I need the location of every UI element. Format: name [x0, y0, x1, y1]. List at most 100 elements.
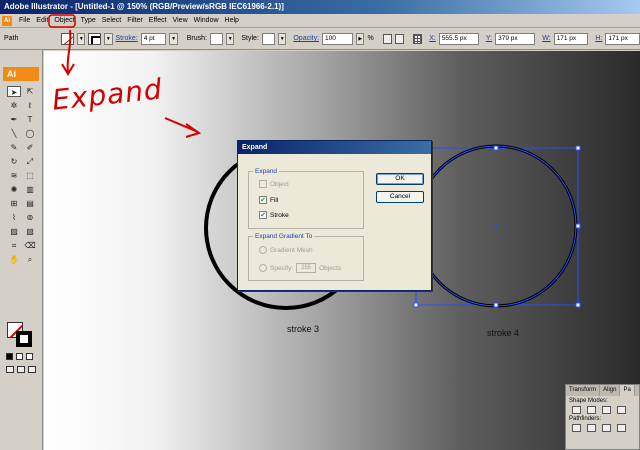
eyedropper-tool-icon[interactable]: ⌇: [7, 212, 21, 223]
screen-mode-full-button[interactable]: [28, 366, 36, 373]
rotate-tool-icon[interactable]: ↻: [7, 156, 21, 167]
tab-align[interactable]: Align: [600, 385, 621, 396]
control-bar: Path ▼ ▼ Stroke: 4 pt ▼ Brush: ▼ Style: …: [0, 28, 640, 50]
gradient-tool-icon[interactable]: ▤: [23, 198, 37, 209]
gradient-mesh-radio[interactable]: [259, 246, 267, 254]
object-checkbox[interactable]: [259, 180, 267, 188]
opacity-field[interactable]: 100: [322, 32, 354, 45]
slice-tool-icon[interactable]: ⌗: [7, 240, 21, 251]
h-field[interactable]: 171 px: [605, 32, 640, 45]
handle-bottom-right[interactable]: [575, 302, 581, 308]
app-icon[interactable]: Ai: [2, 15, 12, 26]
w-field[interactable]: 171 px: [553, 32, 589, 45]
exclude-shape-icon[interactable]: [617, 406, 626, 414]
x-field[interactable]: 555.5 px: [438, 32, 479, 45]
handle-top-right[interactable]: [575, 145, 581, 151]
menu-effect[interactable]: Effect: [146, 15, 170, 27]
menu-type[interactable]: Type: [78, 15, 99, 27]
stroke-swatch[interactable]: [16, 331, 32, 347]
lasso-tool-icon[interactable]: ℓ: [23, 100, 37, 111]
trim-icon[interactable]: [587, 424, 596, 432]
fill-color-swatch[interactable]: [61, 32, 75, 45]
warp-tool-icon[interactable]: ≋: [7, 170, 21, 181]
pencil-tool-icon[interactable]: ✐: [23, 142, 37, 153]
handle-bottom-center[interactable]: [493, 302, 499, 308]
fill-checkbox[interactable]: ✔: [259, 196, 267, 204]
brush-dropdown[interactable]: ▼: [226, 32, 235, 45]
center-point: [494, 224, 498, 228]
selection-tool-icon[interactable]: ➤: [7, 86, 21, 97]
scale-tool-icon[interactable]: ⤢: [23, 156, 37, 167]
type-tool-icon[interactable]: T: [23, 114, 37, 125]
intersect-shape-icon[interactable]: [602, 406, 611, 414]
column-graph-tool-icon[interactable]: ▥: [23, 184, 37, 195]
add-shape-icon[interactable]: [572, 406, 581, 414]
object-option: Object: [259, 180, 289, 188]
divide-icon[interactable]: [572, 424, 581, 432]
screen-mode-menu-button[interactable]: [17, 366, 25, 373]
menu-help[interactable]: Help: [222, 15, 242, 27]
hand-tool-icon[interactable]: ✋: [7, 254, 21, 265]
handle-top-center[interactable]: [493, 145, 499, 151]
screen-mode-standard-button[interactable]: [6, 366, 14, 373]
style-dropdown[interactable]: ▼: [278, 32, 287, 45]
handle-middle-right[interactable]: [575, 223, 581, 229]
live-paint-tool-icon[interactable]: ▨: [7, 226, 21, 237]
stroke-color-swatch[interactable]: [88, 32, 102, 45]
style-field[interactable]: [261, 32, 276, 45]
stroke-dropdown[interactable]: ▼: [104, 32, 113, 45]
x-label[interactable]: X:: [429, 35, 436, 42]
menu-window[interactable]: Window: [191, 15, 222, 27]
y-label[interactable]: Y:: [486, 35, 492, 42]
menu-select[interactable]: Select: [99, 15, 124, 27]
blend-tool-icon[interactable]: ⊚: [23, 212, 37, 223]
merge-icon[interactable]: [602, 424, 611, 432]
zoom-tool-icon[interactable]: ⌕: [23, 254, 37, 265]
menu-file[interactable]: File: [16, 15, 33, 27]
specify-objects-input[interactable]: 255: [296, 263, 317, 273]
menu-object[interactable]: Object: [51, 15, 77, 27]
stroke-weight-field[interactable]: 4 pt: [140, 32, 167, 45]
handle-bottom-left[interactable]: [413, 302, 419, 308]
magic-wand-tool-icon[interactable]: ✲: [7, 100, 21, 111]
tab-pathfinder[interactable]: Pa: [620, 385, 635, 396]
live-paint-selection-tool-icon[interactable]: ▧: [23, 226, 37, 237]
eraser-tool-icon[interactable]: ⌫: [23, 240, 37, 251]
direct-selection-tool-icon[interactable]: ⇱: [23, 86, 37, 97]
fill-dropdown[interactable]: ▼: [77, 32, 86, 45]
stroke-checkbox[interactable]: ✔: [259, 211, 267, 219]
none-mode-button[interactable]: [26, 353, 33, 360]
menu-filter[interactable]: Filter: [124, 15, 146, 27]
graphic-style-icon[interactable]: [382, 33, 392, 44]
dialog-title-bar[interactable]: Expand: [238, 141, 431, 154]
subtract-shape-icon[interactable]: [587, 406, 596, 414]
window-title-bar[interactable]: Adobe Illustrator - [Untitled-1 @ 150% (…: [0, 0, 640, 14]
cancel-button[interactable]: Cancel: [376, 191, 424, 203]
symbol-sprayer-tool-icon[interactable]: ✺: [7, 184, 21, 195]
reference-point-icon[interactable]: [413, 33, 423, 44]
ellipse-tool-icon[interactable]: ◯: [23, 128, 37, 139]
h-label[interactable]: H:: [595, 35, 602, 42]
mesh-tool-icon[interactable]: ⊞: [7, 198, 21, 209]
color-mode-button[interactable]: [6, 353, 13, 360]
brush-field[interactable]: [209, 32, 224, 45]
w-label[interactable]: W:: [542, 35, 550, 42]
specify-radio[interactable]: [259, 264, 267, 272]
align-icon[interactable]: [394, 33, 405, 44]
crop-icon[interactable]: [617, 424, 626, 432]
gradient-mode-button[interactable]: [16, 353, 23, 360]
stroke-weight-dropdown[interactable]: ▼: [169, 32, 178, 45]
free-transform-tool-icon[interactable]: ⬚: [23, 170, 37, 181]
line-tool-icon[interactable]: ╲: [7, 128, 21, 139]
paintbrush-tool-icon[interactable]: ✎: [7, 142, 21, 153]
gradient-mesh-option: Gradient Mesh: [259, 246, 313, 254]
y-field[interactable]: 379 px: [495, 32, 536, 45]
pen-tool-icon[interactable]: ✒: [7, 114, 21, 125]
menu-view[interactable]: View: [170, 15, 191, 27]
tab-transform[interactable]: Transform: [566, 385, 601, 396]
opacity-label[interactable]: Opacity:: [293, 35, 319, 42]
menu-edit[interactable]: Edit: [33, 15, 51, 27]
opacity-dropdown[interactable]: ▶: [356, 32, 365, 45]
stroke-label[interactable]: Stroke:: [116, 35, 138, 42]
ok-button[interactable]: OK: [376, 173, 424, 185]
